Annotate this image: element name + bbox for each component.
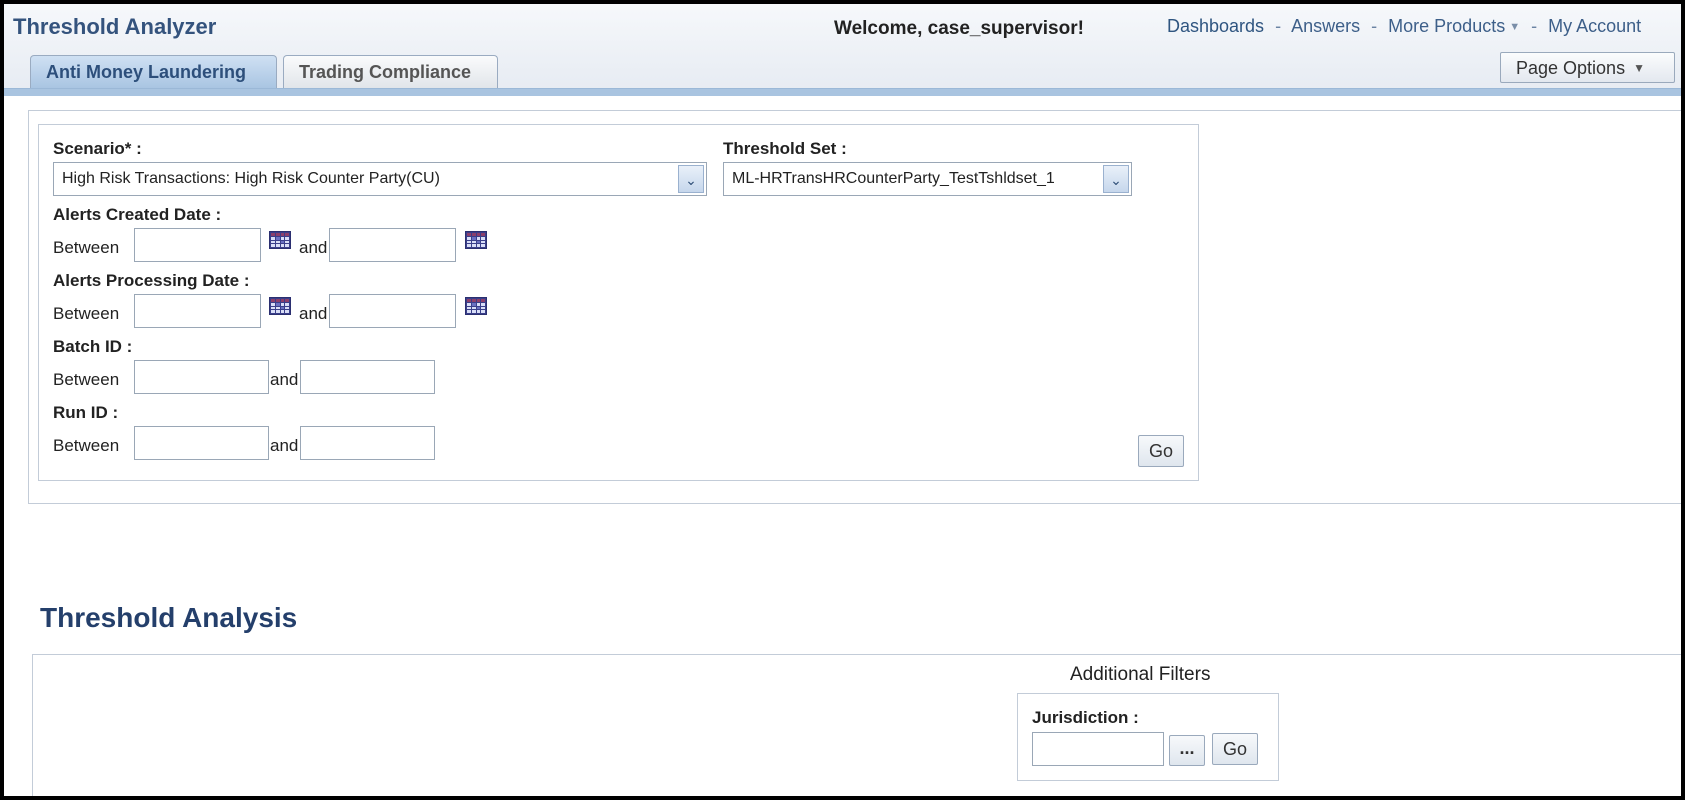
threshold-set-value: ML-HRTransHRCounterParty_TestTshldset_1 [732, 170, 1055, 187]
page-options-button[interactable]: Page Options ▼ [1500, 52, 1675, 83]
batch-id-label: Batch ID : [53, 337, 133, 356]
chevron-down-icon[interactable]: ⌄ [678, 165, 704, 193]
threshold-set-select[interactable]: ML-HRTransHRCounterParty_TestTshldset_1 … [723, 162, 1132, 196]
between-label: Between [53, 370, 120, 389]
jurisdiction-go-button[interactable]: Go [1212, 733, 1258, 765]
run-id-from-input[interactable] [134, 426, 269, 460]
app-window: Threshold Analyzer Welcome, case_supervi… [4, 4, 1681, 796]
page-options-label: Page Options [1516, 58, 1626, 78]
jurisdiction-browse-button[interactable]: ... [1169, 735, 1205, 766]
calendar-icon[interactable] [465, 231, 487, 249]
between-label: Between [53, 304, 120, 323]
nav-more-products-label: More Products [1388, 16, 1506, 36]
and-label: and [270, 370, 299, 389]
between-label: Between [53, 238, 120, 257]
header: Threshold Analyzer Welcome, case_supervi… [4, 4, 1681, 96]
calendar-icon[interactable] [269, 231, 291, 249]
run-id-to-input[interactable] [300, 426, 435, 460]
nav-more-products[interactable]: More Products ▼ [1388, 16, 1520, 36]
batch-id-from-input[interactable] [134, 360, 269, 394]
chevron-down-icon[interactable]: ⌄ [1103, 165, 1129, 193]
scenario-select[interactable]: High Risk Transactions: High Risk Counte… [53, 162, 707, 196]
chevron-down-icon: ▼ [1509, 21, 1521, 33]
alerts-created-from-input[interactable] [134, 228, 261, 262]
additional-filters-title: Additional Filters [1070, 664, 1211, 685]
and-label: and [270, 436, 299, 455]
alerts-processing-from-input[interactable] [134, 294, 261, 328]
nav-dashboards[interactable]: Dashboards [1167, 16, 1264, 36]
analysis-panel [32, 654, 1681, 796]
between-label: Between [53, 436, 120, 455]
alerts-processing-label: Alerts Processing Date : [53, 271, 250, 290]
section-title: Threshold Analysis [40, 602, 298, 633]
tab-anti-money-laundering[interactable]: Anti Money Laundering [30, 55, 277, 88]
and-label: and [299, 304, 328, 323]
nav-my-account[interactable]: My Account [1548, 16, 1641, 36]
nav-answers[interactable]: Answers [1291, 16, 1360, 36]
welcome-message: Welcome, case_supervisor! [834, 18, 1084, 39]
threshold-set-label: Threshold Set : [723, 139, 847, 158]
alerts-created-to-input[interactable] [329, 228, 456, 262]
run-id-label: Run ID : [53, 403, 119, 422]
jurisdiction-label: Jurisdiction : [1032, 708, 1139, 727]
nav-separator: - [1531, 16, 1538, 36]
and-label: and [299, 238, 328, 257]
app-title: Threshold Analyzer [13, 14, 217, 39]
calendar-icon[interactable] [269, 297, 291, 315]
nav-separator: - [1275, 16, 1282, 36]
filter-box: Scenario* : High Risk Transactions: High… [38, 124, 1199, 481]
tab-trading-compliance[interactable]: Trading Compliance [283, 55, 498, 88]
jurisdiction-input[interactable] [1032, 732, 1164, 766]
jurisdiction-filter-box: Jurisdiction : ... Go [1017, 693, 1279, 781]
calendar-icon[interactable] [465, 297, 487, 315]
tab-underline-bar [4, 88, 1681, 96]
scenario-value: High Risk Transactions: High Risk Counte… [62, 170, 440, 187]
chevron-down-icon: ▼ [1633, 61, 1645, 75]
batch-id-to-input[interactable] [300, 360, 435, 394]
nav-separator: - [1371, 16, 1378, 36]
scenario-label: Scenario* : [53, 139, 142, 158]
alerts-processing-to-input[interactable] [329, 294, 456, 328]
top-nav: Dashboards - Answers - More Products ▼ - … [1167, 16, 1641, 37]
go-button[interactable]: Go [1138, 435, 1184, 467]
alerts-created-label: Alerts Created Date : [53, 205, 222, 224]
